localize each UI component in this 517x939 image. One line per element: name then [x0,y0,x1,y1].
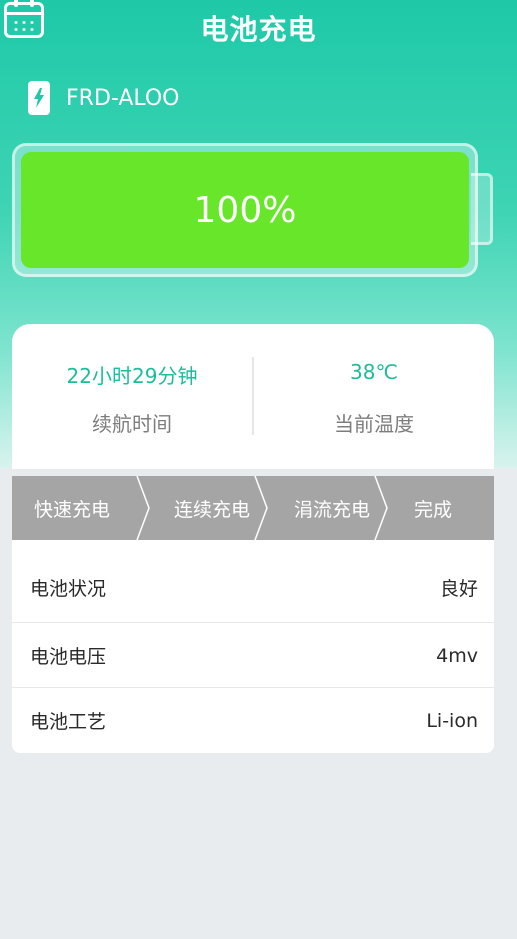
step-fast-charge: 快速充电 [34,498,111,521]
info-label: 电池电压 [30,646,107,668]
info-value: 良好 [439,577,478,600]
charge-steps: 快速充电 连续充电 涓流充电 完成 [12,476,494,540]
step-complete: 完成 [414,498,453,521]
step-trickle-charge: 涓流充电 [294,498,371,521]
list-item-battery-health: 电池状况 良好 [12,554,494,620]
list-item-battery-technology: 电池工艺 Li-ion [12,687,494,753]
battery-info-list: 电池状况 良好 电池电压 4mv 电池工艺 Li-ion [12,540,494,753]
endurance-stat: 22小时29分钟 续航时间 [12,324,252,469]
endurance-label: 续航时间 [92,412,172,436]
temperature-stat: 38℃ 当前温度 [254,324,494,469]
info-label: 电池状况 [30,577,107,600]
phone-charging-icon [28,81,50,115]
device-info: FRD-ALOO [28,80,180,116]
step-separator [136,476,150,540]
list-item-battery-voltage: 电池电压 4mv [12,622,494,688]
step-separator [254,476,268,540]
page-title: 电池充电 [200,13,317,46]
info-label: 电池工艺 [30,711,107,733]
top-bar: 电池充电 [0,0,517,56]
temperature-value: 38℃ [350,360,398,384]
info-value: Li-ion [426,709,478,732]
battery-percent: 100% [193,189,297,231]
info-value: 4mv [436,644,478,667]
device-name: FRD-ALOO [66,85,180,111]
step-separator [374,476,388,540]
endurance-value: 22小时29分钟 [66,364,198,388]
temperature-label: 当前温度 [334,412,414,436]
stats-card: 22小时29分钟 续航时间 38℃ 当前温度 [12,324,494,469]
step-continuous-charge: 连续充电 [174,498,251,521]
